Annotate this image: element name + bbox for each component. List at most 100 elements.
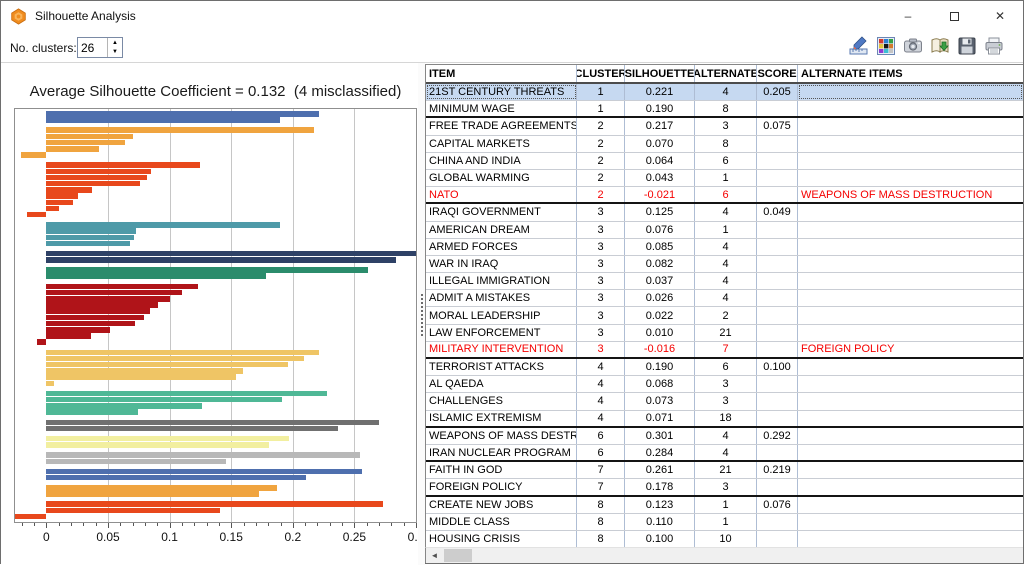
cell-score	[757, 136, 798, 152]
axis-tick	[120, 523, 121, 526]
spin-up-button[interactable]: ▲	[108, 38, 122, 48]
table-row[interactable]: 21ST CENTURY THREATS10.22140.205	[426, 84, 1023, 101]
cell-alternate: 1	[695, 497, 757, 513]
minimize-button[interactable]: –	[885, 1, 931, 31]
cell-alternate: 10	[695, 531, 757, 547]
close-button[interactable]: ✕	[977, 1, 1023, 31]
silhouette-bar	[46, 368, 243, 374]
cell-alternate-items	[798, 136, 1023, 152]
table-row[interactable]: GLOBAL WARMING20.0431	[426, 170, 1023, 187]
cell-item: GLOBAL WARMING	[426, 170, 577, 186]
silhouette-analysis-window: { "window": { "title": "Silhouette Analy…	[0, 0, 1024, 564]
silhouette-bar	[46, 442, 269, 448]
maximize-button[interactable]	[931, 1, 977, 31]
table-horizontal-scrollbar[interactable]: ◄	[425, 547, 1023, 563]
axis-tick-label: 0.25	[343, 530, 366, 544]
table-row[interactable]: TERRORIST ATTACKS40.19060.100	[426, 359, 1023, 376]
table-row[interactable]: CREATE NEW JOBS80.12310.076	[426, 497, 1023, 514]
column-header-silhouette[interactable]: SILHOUETTE	[625, 65, 695, 82]
clusters-input[interactable]	[78, 38, 107, 57]
table-row[interactable]: HOUSING CRISIS80.10010	[426, 531, 1023, 547]
cell-cluster: 2	[577, 136, 625, 152]
cell-alternate-items	[798, 239, 1023, 255]
silhouette-bar	[46, 409, 137, 415]
chart-plot	[14, 108, 417, 523]
column-header-cluster[interactable]: CLUSTER	[577, 65, 625, 82]
table-row[interactable]: CHINA AND INDIA20.0646	[426, 153, 1023, 170]
cell-silhouette: 0.064	[625, 153, 695, 169]
table-row[interactable]: WEAPONS OF MASS DESTRUCTION60.30140.292	[426, 428, 1023, 445]
table-row[interactable]: ADMIT A MISTAKES30.0264	[426, 290, 1023, 307]
cell-alternate: 4	[695, 256, 757, 272]
cell-score	[757, 273, 798, 289]
axis-tick	[268, 523, 269, 526]
cell-silhouette: 0.261	[625, 462, 695, 478]
color-palette-button[interactable]	[875, 35, 897, 57]
cell-alternate: 2	[695, 307, 757, 323]
cell-score: 0.100	[757, 359, 798, 375]
chart-gridline	[293, 109, 294, 522]
table-row[interactable]: FREE TRADE AGREEMENTS20.21730.075	[426, 118, 1023, 135]
cell-item: ISLAMIC EXTREMISM	[426, 411, 577, 426]
window-title: Silhouette Analysis	[35, 9, 136, 23]
column-header-alternate[interactable]: ALTERNATE	[695, 65, 757, 82]
copy-image-button[interactable]	[902, 35, 924, 57]
table-row[interactable]: LAW ENFORCEMENT30.01021	[426, 325, 1023, 342]
export-button[interactable]	[929, 35, 951, 57]
clusters-spinbox: ▲ ▼	[77, 37, 123, 58]
axis-tick	[391, 523, 392, 526]
spin-down-button[interactable]: ▼	[108, 48, 122, 58]
cell-silhouette: -0.016	[625, 342, 695, 357]
silhouette-bar	[46, 290, 182, 296]
silhouette-bar	[46, 200, 73, 206]
column-header-score[interactable]: SCORE	[757, 65, 798, 82]
save-button[interactable]	[956, 35, 978, 57]
table-row[interactable]: MORAL LEADERSHIP30.0222	[426, 307, 1023, 324]
table-row[interactable]: AMERICAN DREAM30.0761	[426, 222, 1023, 239]
axis-tick	[71, 523, 72, 526]
scroll-left-arrow[interactable]: ◄	[426, 548, 443, 563]
table-row[interactable]: IRAN NUCLEAR PROGRAM60.2844	[426, 445, 1023, 462]
table-row[interactable]: ILLEGAL IMMIGRATION30.0374	[426, 273, 1023, 290]
cell-alternate: 4	[695, 84, 757, 100]
table-row[interactable]: FOREIGN POLICY70.1783	[426, 479, 1023, 496]
silhouette-bar	[46, 251, 417, 257]
table-row[interactable]: ARMED FORCES30.0854	[426, 239, 1023, 256]
table-row[interactable]: NATO2-0.0216WEAPONS OF MASS DESTRUCTION	[426, 187, 1023, 204]
edit-appearance-button[interactable]	[848, 35, 870, 57]
column-header-alternate-items[interactable]: ALTERNATE ITEMS	[798, 65, 1023, 82]
silhouette-bar	[46, 284, 198, 290]
table-row[interactable]: ISLAMIC EXTREMISM40.07118	[426, 411, 1023, 428]
cell-item: FAITH IN GOD	[426, 462, 577, 478]
column-header-item[interactable]: ITEM	[426, 65, 577, 82]
toolbar: No. clusters: ▲ ▼	[1, 31, 1023, 63]
splitter-drag-handle[interactable]	[421, 294, 423, 336]
axis-tick	[342, 523, 343, 526]
cell-alternate: 4	[695, 239, 757, 255]
cell-score	[757, 531, 798, 547]
cell-silhouette: 0.217	[625, 118, 695, 134]
scrollbar-thumb[interactable]	[444, 549, 472, 562]
table-row[interactable]: IRAQI GOVERNMENT30.12540.049	[426, 204, 1023, 221]
axis-tick	[379, 523, 380, 526]
cell-silhouette: 0.125	[625, 204, 695, 220]
cell-alternate-items	[798, 153, 1023, 169]
table-row[interactable]: AL QAEDA40.0683	[426, 376, 1023, 393]
cell-score	[757, 479, 798, 494]
silhouette-bar	[46, 362, 288, 368]
table-row[interactable]: MINIMUM WAGE10.1908	[426, 101, 1023, 118]
silhouette-bar	[46, 469, 361, 475]
table-row[interactable]: MILITARY INTERVENTION3-0.0167FOREIGN POL…	[426, 342, 1023, 359]
table-row[interactable]: CAPITAL MARKETS20.0708	[426, 136, 1023, 153]
cell-silhouette: 0.123	[625, 497, 695, 513]
axis-tick	[231, 523, 232, 528]
table-row[interactable]: MIDDLE CLASS80.1101	[426, 514, 1023, 531]
silhouette-bar	[46, 222, 280, 228]
table-row[interactable]: FAITH IN GOD70.261210.219	[426, 462, 1023, 479]
print-button[interactable]	[983, 35, 1005, 57]
table-row[interactable]: WAR IN IRAQ30.0824	[426, 256, 1023, 273]
table-row[interactable]: CHALLENGES40.0733	[426, 393, 1023, 410]
cell-cluster: 8	[577, 531, 625, 547]
silhouette-bar	[46, 308, 150, 314]
cell-cluster: 6	[577, 428, 625, 444]
